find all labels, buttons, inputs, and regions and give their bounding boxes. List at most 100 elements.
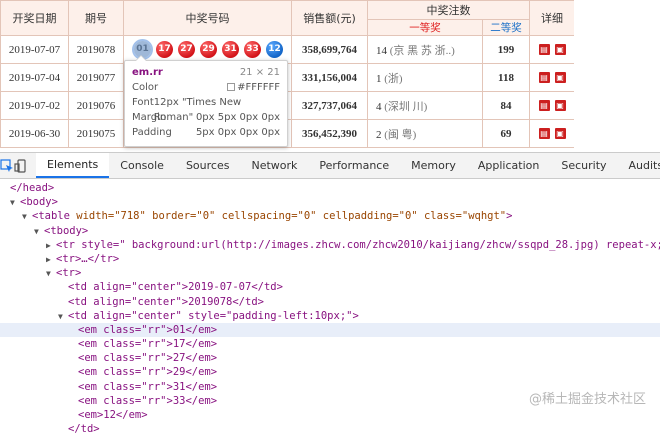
sales-amount: 356,452,390: [291, 119, 368, 148]
tab-application[interactable]: Application: [467, 153, 550, 178]
dom-node[interactable]: <em>12</em>: [0, 408, 660, 422]
first-prize-count: 1: [376, 72, 382, 85]
sales-amount: 358,699,764: [291, 35, 368, 64]
first-prize-locations: (京 黑 苏 浙..): [389, 44, 455, 57]
expand-triangle-icon[interactable]: ▼: [46, 267, 56, 280]
draw-date: 2019-07-04: [0, 63, 69, 92]
dom-node[interactable]: </head>: [0, 181, 660, 195]
blue-ball: 12: [266, 41, 283, 58]
first-prize-cell: 1 (浙): [367, 63, 483, 92]
video-icon[interactable]: ▣: [554, 100, 566, 111]
tab-performance[interactable]: Performance: [308, 153, 400, 178]
devtools-panel: Elements Console Sources Network Perform…: [0, 152, 660, 435]
dom-node[interactable]: ▼ <body>: [0, 195, 660, 209]
draw-date: 2019-07-07: [0, 35, 69, 64]
video-icon[interactable]: ▣: [554, 72, 566, 83]
second-prize-count: 199: [482, 35, 530, 64]
dom-node[interactable]: ▼ <tbody>: [0, 224, 660, 238]
first-prize-locations: (深圳 川): [384, 100, 428, 113]
first-prize-count: 4: [376, 100, 382, 113]
tab-audits[interactable]: Audits: [618, 153, 660, 178]
tooltip-color-label: Color: [132, 82, 159, 93]
expand-triangle-icon[interactable]: ▼: [58, 310, 68, 323]
dom-node[interactable]: <em class="rr">27</em>: [0, 351, 660, 365]
detail-cell: ▤ ▣: [529, 35, 574, 64]
color-swatch-icon: [227, 83, 236, 91]
red-ball: 17: [156, 41, 173, 58]
detail-cell: ▤ ▣: [529, 119, 574, 148]
device-toolbar-icon[interactable]: [14, 153, 28, 178]
second-prize-count: 69: [482, 119, 530, 148]
red-ball: 31: [222, 41, 239, 58]
first-prize-cell: 4 (深圳 川): [367, 91, 483, 120]
draw-issue: 2019078: [68, 35, 124, 64]
detail-cell: ▤ ▣: [529, 63, 574, 92]
first-prize-locations: (闽 粤): [384, 128, 417, 141]
tooltip-padding-label: Padding: [132, 127, 172, 138]
devtools-tabbar: Elements Console Sources Network Perform…: [0, 152, 660, 179]
tooltip-font-value: 12px "Times New Roman": [153, 97, 242, 123]
tooltip-color-value: #FFFFFF: [237, 82, 280, 93]
expand-triangle-icon[interactable]: ▼: [10, 196, 20, 209]
header-detail: 详细: [529, 0, 574, 36]
dom-node[interactable]: <td align="center">2019078</td>: [0, 295, 660, 309]
tooltip-selector: em.rr: [132, 67, 163, 78]
tooltip-size: 21 × 21: [239, 67, 280, 78]
draw-issue: 2019075: [68, 119, 124, 148]
dom-node-selected[interactable]: <em class="rr">01</em>: [0, 322, 660, 338]
document-icon[interactable]: ▤: [538, 44, 550, 55]
dom-node[interactable]: ▼ <td align="center" style="padding-left:…: [0, 309, 660, 323]
first-prize-cell: 2 (闽 粤): [367, 119, 483, 148]
tooltip-padding-value: 5px 0px 0px 0px: [195, 127, 280, 138]
collapse-triangle-icon[interactable]: ▶: [46, 253, 56, 266]
document-icon[interactable]: ▤: [538, 128, 550, 139]
red-ball: 29: [200, 41, 217, 58]
draw-issue: 2019077: [68, 63, 124, 92]
sales-amount: 331,156,004: [291, 63, 368, 92]
dom-node[interactable]: ▶ <tr style=" background:url(http://image…: [0, 238, 660, 252]
dom-node[interactable]: </td>: [0, 422, 660, 436]
document-icon[interactable]: ▤: [538, 100, 550, 111]
video-icon[interactable]: ▣: [554, 128, 566, 139]
dom-node[interactable]: ▼ <tr>: [0, 266, 660, 280]
header-prize-count: 中奖注数: [367, 0, 530, 20]
header-issue: 期号: [68, 0, 124, 36]
tab-sources[interactable]: Sources: [175, 153, 241, 178]
draw-date: 2019-06-30: [0, 119, 69, 148]
tab-memory[interactable]: Memory: [400, 153, 467, 178]
expand-triangle-icon[interactable]: ▼: [34, 225, 44, 238]
tooltip-font-label: Font: [132, 97, 154, 108]
table-row: 2019-07-07 2019078 01 17 27 29 31 33 12 …: [0, 35, 574, 64]
collapse-triangle-icon[interactable]: ▶: [46, 239, 56, 252]
inspect-element-icon[interactable]: [0, 153, 14, 178]
red-ball: 27: [178, 41, 195, 58]
detail-cell: ▤ ▣: [529, 91, 574, 120]
tooltip-margin-value: 0px 5px 0px 0px: [195, 112, 280, 123]
dom-node[interactable]: <em class="rr">17</em>: [0, 337, 660, 351]
header-date: 开奖日期: [0, 0, 69, 36]
dom-node[interactable]: <em class="rr">29</em>: [0, 365, 660, 379]
header-sales: 销售额(元): [291, 0, 368, 36]
element-inspector-tooltip: em.rr 21 × 21 Color #FFFFFF Font 12px "T…: [124, 55, 288, 147]
tab-network[interactable]: Network: [240, 153, 308, 178]
tab-elements[interactable]: Elements: [36, 153, 110, 178]
tab-console[interactable]: Console: [109, 153, 175, 178]
header-first-prize: 一等奖: [367, 19, 483, 36]
dom-node[interactable]: ▼ <table width="718" border="0" cellspaci…: [0, 209, 660, 223]
header-numbers: 中奖号码: [123, 0, 292, 36]
document-icon[interactable]: ▤: [538, 72, 550, 83]
expand-triangle-icon[interactable]: ▼: [22, 210, 32, 223]
tab-security[interactable]: Security: [550, 153, 617, 178]
second-prize-count: 118: [482, 63, 530, 92]
video-icon[interactable]: ▣: [554, 44, 566, 55]
first-prize-count: 2: [376, 128, 382, 141]
dom-node[interactable]: ▶ <tr>…</tr>: [0, 252, 660, 266]
tooltip-margin-label: Margin: [132, 112, 167, 123]
draw-date: 2019-07-02: [0, 91, 69, 120]
first-prize-cell: 14 (京 黑 苏 浙..): [367, 35, 483, 64]
first-prize-count: 14: [376, 44, 387, 57]
draw-issue: 2019076: [68, 91, 124, 120]
dom-node[interactable]: <td align="center">2019-07-07</td>: [0, 280, 660, 294]
header-second-prize: 二等奖: [482, 19, 530, 36]
sales-amount: 327,737,064: [291, 91, 368, 120]
